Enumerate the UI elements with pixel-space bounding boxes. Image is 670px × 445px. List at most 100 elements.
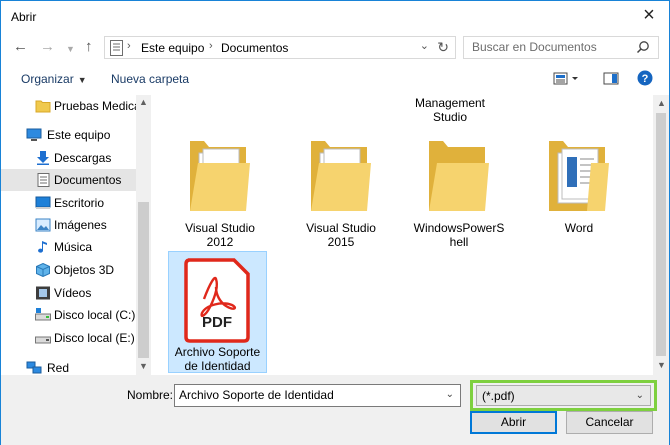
organize-label: Organizar [21,72,74,86]
folder-label-line: 2012 [206,235,234,249]
folder-item[interactable]: Visual Studio 2012 [170,135,270,253]
sidebar-item-este-equipo[interactable]: Este equipo [1,124,137,146]
dropdown-caret-icon: ▼ [77,75,87,85]
file-name-label: Nombre: [127,388,174,402]
folder-label-line: Visual Studio [306,221,376,235]
sidebar-item-pruebas-medicas[interactable]: Pruebas Medicas [1,95,147,117]
organize-button[interactable]: Organizar ▼ [21,72,87,86]
file-name-combobox[interactable]: ⌄ [174,384,461,407]
scroll-up-arrow-icon[interactable]: ▲ [138,97,149,107]
sidebar-item-label: Imágenes [54,218,107,232]
folder-label-line: Visual Studio [185,221,255,235]
folder-icon [35,100,51,113]
sidebar-item-red[interactable]: Red [1,357,137,375]
sidebar-item-descargas[interactable]: Descargas [1,147,137,169]
folder-label-line: WindowsPowerS [413,221,505,235]
up-arrow-icon[interactable]: ↑ [85,39,93,55]
documents-icon [110,40,123,56]
download-icon [37,151,49,165]
drive-icon [35,308,51,321]
recent-locations-chevron-icon[interactable]: ▼ [66,41,75,57]
sidebar-item-disco-e[interactable]: Disco local (E:) [1,327,137,349]
folder-icon [311,141,371,211]
sidebar-item-label: Este equipo [47,128,111,142]
file-name-panel: Nombre: ⌄ (*.pdf) ⌄ Abrir Cancelar [1,375,669,445]
window-title: Abrir [11,10,37,24]
sidebar-item-objetos-3d[interactable]: Objetos 3D [1,259,137,281]
open-button[interactable]: Abrir [470,411,557,434]
address-dropdown-chevron-icon[interactable]: ⌄ [420,39,429,52]
file-name-input[interactable] [179,388,434,402]
address-bar[interactable]: › Este equipo › Documentos ⌄ ↻ [104,36,456,59]
sidebar-item-label: Red [47,361,70,375]
folder-label-line: Studio [432,110,468,124]
sidebar-item-label: Documentos [54,173,122,187]
folder-label-line: 2015 [327,235,355,249]
documents-icon [37,173,50,187]
folder-label-line: hell [449,235,469,249]
help-icon[interactable]: ? [637,70,653,86]
file-label-line: de Identidad [184,359,251,373]
folder-label-line: Word [564,221,594,235]
sidebar-item-label: Pruebas Medicas [54,99,147,113]
sidebar-item-disco-c[interactable]: Disco local (C:) [1,304,137,326]
sidebar-item-label: Escritorio [54,196,105,210]
sidebar-item-label: Objetos 3D [54,263,115,277]
folder-item[interactable]: Visual Studio 2015 [291,135,391,253]
scroll-down-arrow-icon[interactable]: ▼ [656,360,667,370]
pdf-file-item[interactable]: PDF Archivo Soporte de Identidad [168,251,267,373]
folder-item[interactable]: WindowsPowerS hell [409,135,509,253]
videos-icon [36,286,50,300]
new-folder-button[interactable]: Nueva carpeta [111,72,189,86]
sidebar-item-musica[interactable]: Música [1,236,137,258]
navigation-bar: ← → ▼ ↑ › Este equipo › Documentos ⌄ ↻ [1,35,669,61]
title-bar: Abrir × [1,1,669,32]
folder-label-line: Management [414,96,486,110]
search-box[interactable] [463,36,659,59]
file-type-value: (*.pdf) [482,389,515,403]
computer-icon [26,128,42,141]
file-label-line: Archivo Soporte [174,345,261,359]
partial-folder-item[interactable]: Management Studio [400,95,500,124]
pictures-icon [35,218,51,232]
cancel-button[interactable]: Cancelar [566,411,653,434]
breadcrumb-este-equipo[interactable]: Este equipo [141,41,204,55]
chevron-down-icon[interactable]: ⌄ [446,389,454,400]
sidebar-item-escritorio[interactable]: Escritorio [1,192,137,214]
sidebar-item-videos[interactable]: Vídeos [1,282,137,304]
sidebar-item-documentos[interactable]: Documentos [1,169,137,191]
folder-item[interactable]: Word [529,135,629,253]
back-arrow-icon[interactable]: ← [13,39,28,55]
sidebar-item-label: Disco local (C:) [54,308,136,322]
file-list-scrollbar-thumb[interactable] [656,113,666,356]
svg-text:?: ? [642,73,649,85]
refresh-icon[interactable]: ↻ [437,39,449,56]
music-icon [38,241,47,253]
sidebar-scrollbar-thumb[interactable] [138,202,149,358]
breadcrumb-separator-icon[interactable]: › [209,40,213,52]
sidebar-item-label: Vídeos [54,286,92,300]
scroll-down-arrow-icon[interactable]: ▼ [138,361,149,371]
file-list-scrollbar[interactable]: ▲ ▼ [653,95,669,375]
desktop-icon [35,196,51,209]
forward-arrow-icon[interactable]: → [40,39,55,55]
scroll-up-arrow-icon[interactable]: ▲ [656,98,667,108]
close-icon[interactable]: × [639,5,659,26]
breadcrumb-documentos[interactable]: Documentos [221,41,288,55]
folder-icon [549,141,609,211]
change-view-icon[interactable] [553,71,583,87]
file-type-highlight: (*.pdf) ⌄ [470,380,657,411]
search-icon[interactable] [636,40,650,54]
open-file-dialog: Abrir × ← → ▼ ↑ › Este equipo › Document… [0,0,670,445]
chevron-down-icon[interactable]: ⌄ [636,390,644,401]
file-type-select[interactable]: (*.pdf) ⌄ [476,385,651,406]
preview-pane-icon[interactable] [603,71,619,87]
breadcrumb-separator-icon[interactable]: › [127,40,131,52]
sidebar-item-imagenes[interactable]: Imágenes [1,214,137,236]
file-list: Management Studio Visual Studio 2012 Vis… [153,95,655,375]
search-input[interactable] [472,40,632,54]
folder-icon [429,141,489,211]
sidebar-scrollbar[interactable]: ▲ ▼ [136,95,151,375]
pdf-badge-label: PDF [202,314,232,331]
folder-icon [190,141,250,211]
